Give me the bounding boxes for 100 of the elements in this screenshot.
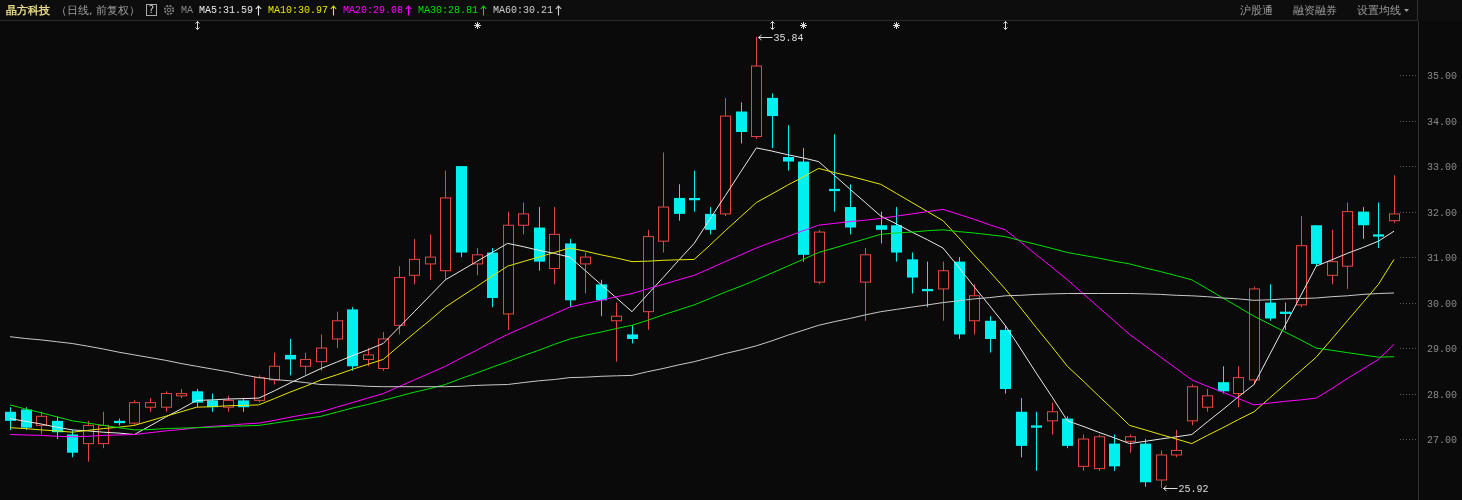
settings-dropdown[interactable]: 设置均线: [1357, 2, 1409, 18]
candlestick: [176, 388, 187, 399]
candlestick: [1078, 434, 1089, 472]
candlestick: [705, 206, 716, 235]
axis-label: 32.00: [1427, 208, 1457, 219]
candlestick: [36, 411, 47, 435]
candlestick: [1327, 229, 1338, 285]
candlestick: [1031, 411, 1042, 472]
candlestick: [223, 395, 234, 413]
candlestick: [161, 390, 172, 413]
candlestick: [207, 393, 218, 413]
candlestick: [1265, 283, 1276, 322]
candlestick: [472, 247, 483, 276]
moving-average-value: MA20:29.08: [343, 4, 404, 16]
caret-icon: [1404, 8, 1409, 12]
candlestick: [409, 238, 420, 285]
candlestick: [1218, 365, 1229, 395]
candlestick: [21, 406, 32, 431]
candlestick: [736, 101, 747, 144]
candlestick: [394, 265, 405, 335]
candlestick: [114, 418, 125, 426]
price-label: 35.84: [773, 33, 804, 44]
candlestick: [269, 352, 280, 385]
double-arrow-icon: [195, 21, 200, 30]
moving-average-value: MA60:30.21: [493, 4, 554, 16]
candlestick: [845, 183, 856, 235]
candlestick: [580, 252, 591, 294]
axis-label: 35.00: [1427, 71, 1457, 82]
candlestick: [52, 415, 63, 440]
candlestick: [783, 124, 794, 172]
candlestick: [674, 183, 685, 222]
candlestick: [1373, 202, 1384, 249]
axis-label: 33.00: [1427, 162, 1457, 173]
candlestick: [98, 411, 109, 449]
menu-link[interactable]: 沪股通: [1240, 2, 1273, 18]
candlestick: [1094, 434, 1105, 472]
settings-icon[interactable]: [163, 4, 175, 16]
candlestick: [1202, 388, 1213, 413]
candlestick: [1125, 434, 1136, 454]
axis-label: 30.00: [1427, 299, 1457, 310]
candlestick: [129, 399, 140, 426]
candlestick: [891, 206, 902, 263]
indicator-label: MA: [181, 4, 193, 16]
arrow-icon: [758, 34, 773, 41]
candlestick: [145, 397, 156, 413]
candlestick: [254, 374, 265, 404]
candlestick: [611, 302, 622, 363]
axis-label: 34.00: [1427, 117, 1457, 128]
candlestick: [5, 406, 16, 431]
asterisk-icon: [892, 21, 901, 30]
candlestick: [425, 233, 436, 281]
candlestick: [332, 311, 343, 349]
candlestick: [938, 261, 949, 322]
candlestick: [378, 331, 389, 372]
candlestick: [518, 202, 529, 235]
candlestick: [534, 206, 545, 272]
candlestick: [814, 229, 825, 285]
axis-label: 29.00: [1427, 344, 1457, 355]
candlestick: [83, 420, 94, 463]
candlestick: [316, 333, 327, 372]
moving-average-value: MA10:30.97: [268, 4, 329, 16]
menu-link[interactable]: 融资融券: [1293, 2, 1337, 18]
double-arrow-icon: [770, 21, 775, 30]
candlestick: [1140, 438, 1151, 488]
candlestick: [363, 347, 374, 367]
candlestick: [565, 238, 576, 308]
candlestick: [1016, 397, 1027, 458]
help-button[interactable]: ?: [146, 4, 157, 16]
candlestick: [969, 283, 980, 335]
candlestick: [1171, 429, 1182, 458]
moving-average-value: MA5:31.59: [199, 4, 254, 16]
candlestick: [596, 279, 607, 317]
candlestick: [300, 352, 311, 376]
axis-label: 31.00: [1427, 253, 1457, 264]
chart-mode-label: （日线, 前复权）: [56, 2, 140, 18]
candlestick: [1156, 449, 1167, 489]
candlestick: [1000, 324, 1011, 395]
candlestick: [876, 211, 887, 244]
candlestick: [1187, 383, 1198, 426]
candlestick: [1311, 224, 1322, 267]
arrow-icon: [1163, 485, 1178, 492]
candlestick: [347, 306, 358, 372]
asterisk-icon: [799, 21, 808, 30]
candlestick: [67, 429, 78, 458]
moving-average-value: MA30:28.81: [418, 4, 479, 16]
candlestick: [1358, 206, 1369, 240]
candlestick: [1389, 174, 1400, 224]
axis-label: 27.00: [1427, 435, 1457, 446]
double-arrow-icon: [1003, 21, 1008, 30]
candlestick: [192, 388, 203, 408]
candlestick: [767, 92, 778, 149]
candlestick: [1233, 365, 1244, 408]
candlestick: [285, 338, 296, 376]
asterisk-icon: [473, 21, 482, 30]
candlestick: [1280, 302, 1291, 331]
candlestick: [627, 324, 638, 344]
candlestick: [1062, 415, 1073, 449]
axis-label: 28.00: [1427, 390, 1457, 401]
price-label: 25.92: [1178, 484, 1209, 495]
candlestick: [238, 397, 249, 413]
